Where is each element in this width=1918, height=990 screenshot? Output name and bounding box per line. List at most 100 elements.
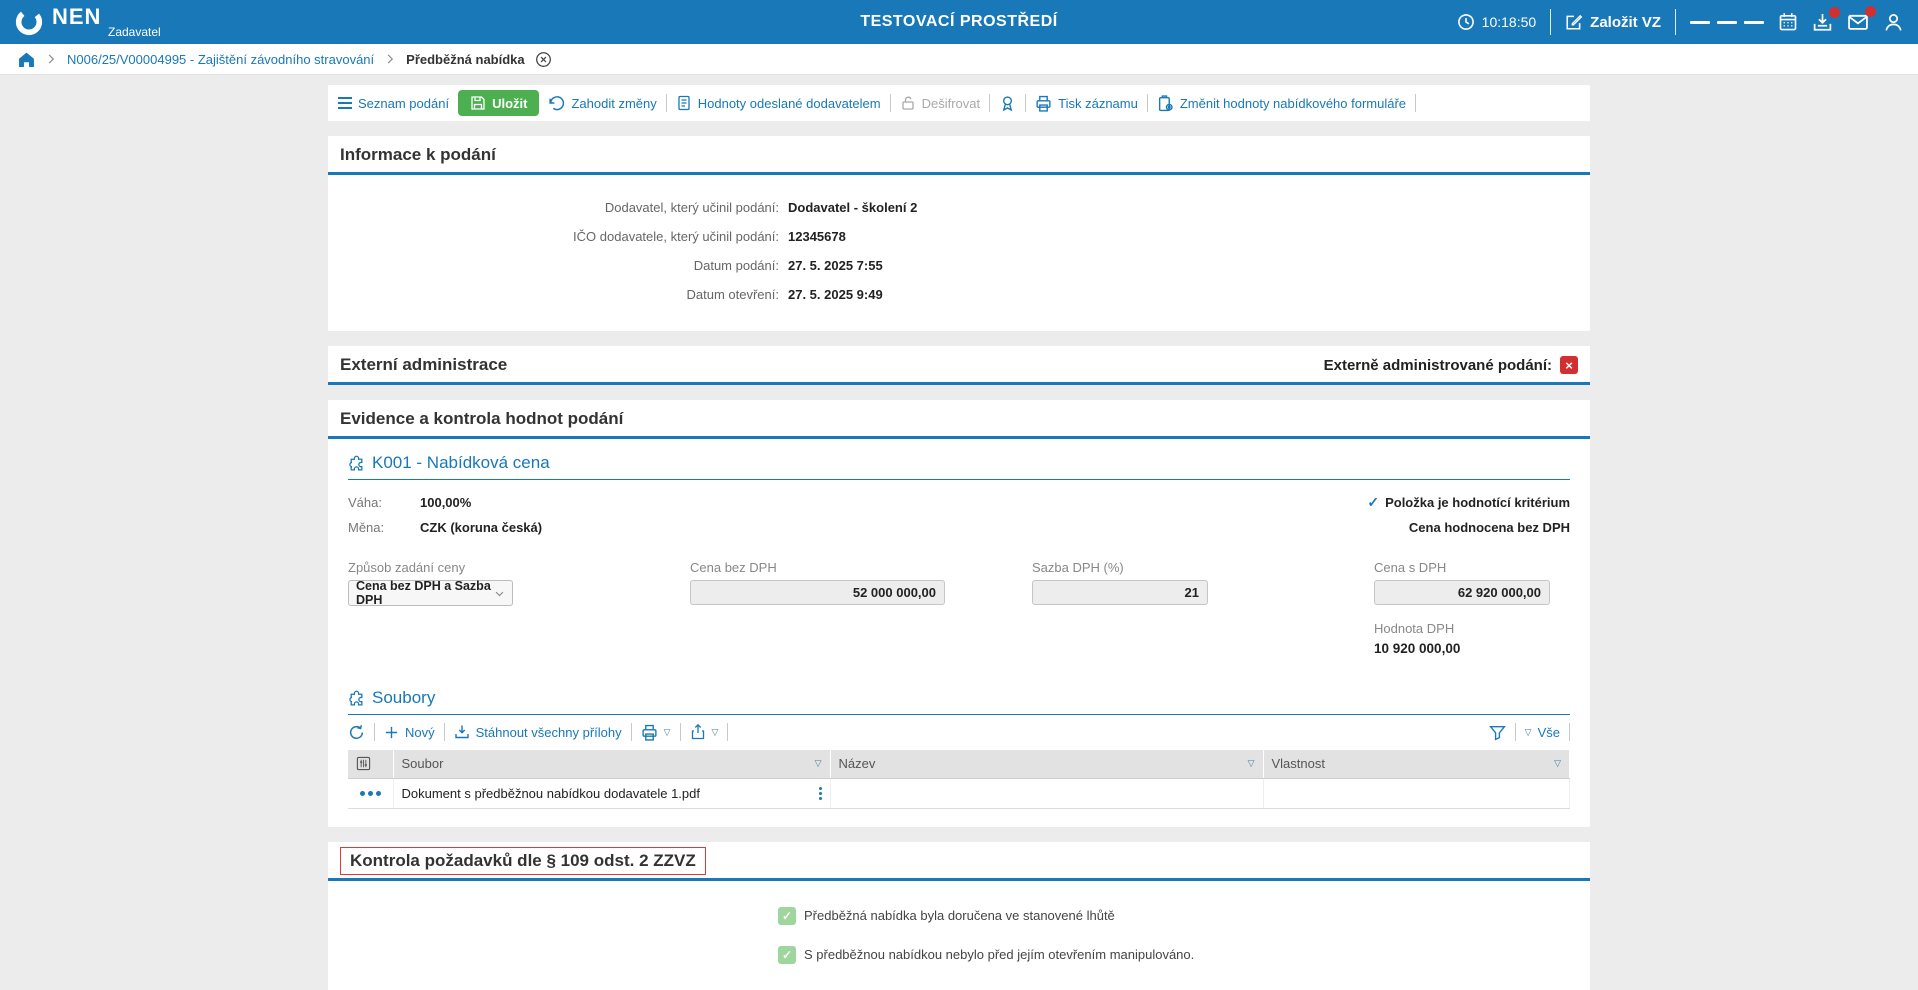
menu-icon[interactable] (1690, 18, 1764, 27)
mena-value: CZK (koruna česká) (420, 520, 543, 535)
divider (630, 723, 632, 741)
sazba-dph-field: Sazba DPH (%) (1032, 560, 1374, 656)
change-form-values-button[interactable]: Změnit hodnoty nabídkového formuláře (1157, 94, 1406, 112)
field-label: IČO dodavatele, který učinil podání: (573, 229, 779, 244)
breadcrumb-link-procurement[interactable]: N006/25/V00004995 - Zajištění závodního … (67, 52, 374, 67)
notification-badge (1829, 6, 1840, 18)
brand-subtitle: Zadavatel (108, 25, 161, 39)
seznam-podani-button[interactable]: Seznam podání (338, 94, 449, 112)
section-title-kontrola: Kontrola požadavků dle § 109 odst. 2 ZZV… (340, 846, 706, 875)
mena-row: Měna: CZK (koruna česká) (348, 515, 542, 540)
undo-icon (548, 95, 565, 112)
kebab-menu-icon[interactable] (818, 786, 822, 800)
nen-brand[interactable]: NEN Zadavatel (14, 6, 161, 38)
hodnota-dph-field: Hodnota DPH 10 920 000,00 (1374, 621, 1570, 656)
supplier-values-button[interactable]: Hodnoty odeslané dodavatelem (676, 95, 881, 111)
file-name[interactable]: Dokument s předběžnou nabídkou dodavatel… (402, 786, 701, 801)
divider (989, 94, 991, 112)
divider (374, 723, 375, 741)
cena-bez-dph-input[interactable] (690, 580, 945, 605)
field-row-datum-podani: Datum podání: 27. 5. 2025 7:55 (328, 251, 1590, 280)
award-button[interactable] (999, 95, 1016, 112)
filter-triangle-icon[interactable]: ▽ (815, 758, 822, 769)
field-value: 12345678 (788, 229, 846, 244)
filter-triangle-icon[interactable]: ▽ (1248, 758, 1255, 769)
vaha-label: Váha: (348, 495, 382, 510)
file-nazev-cell (830, 778, 1264, 809)
triangle-down-icon: ▽ (1524, 726, 1532, 737)
green-check-icon: ✓ (778, 906, 796, 925)
downloads-icon[interactable] (1812, 6, 1840, 33)
filter-vse-dropdown[interactable]: ▽ Vše (1525, 725, 1560, 740)
divider (1146, 94, 1148, 112)
green-check-icon: ✓ (778, 945, 796, 964)
column-chooser-header[interactable] (348, 750, 394, 779)
divider (1550, 9, 1552, 35)
k001-block: K001 - Nabídková cena Váha: 100,00% Měna… (328, 439, 1590, 674)
soubory-title: Soubory (372, 688, 436, 707)
soubory-block: Soubory Nový Stáhnout všechny přílohy ▽ … (328, 674, 1590, 827)
check-row-not-manipulated: ✓ S předběžnou nabídkou nebylo před její… (778, 945, 1590, 964)
print-record-button[interactable]: Tisk záznamu (1035, 95, 1138, 112)
clock: 10:18:50 (1457, 13, 1537, 31)
clock-icon (1457, 13, 1475, 31)
cross-box-icon: × (1560, 356, 1578, 374)
cena-s-dph-input[interactable] (1374, 580, 1550, 605)
cena-bez-dph-label: Cena bez DPH (690, 560, 777, 575)
chevron-right-icon (384, 53, 396, 65)
field-row-dodavatel: Dodavatel, který učinil podání: Dodavate… (328, 193, 1590, 222)
discard-changes-button[interactable]: Zahodit změny (548, 95, 657, 112)
column-chooser-icon (356, 756, 385, 771)
puzzle-icon (348, 690, 365, 707)
field-value: 27. 5. 2025 7:55 (788, 258, 883, 273)
calendar-icon[interactable] (1778, 12, 1798, 32)
download-all-button[interactable]: Stáhnout všechny přílohy (454, 724, 622, 740)
decrypt-button[interactable]: Dešifrovat (900, 95, 980, 111)
clock-time: 10:18:50 (1481, 14, 1537, 30)
price-note: Cena hodnocena bez DPH (1408, 520, 1570, 535)
triangle-down-icon: ▽ (663, 726, 671, 737)
export-button[interactable]: ▽ (690, 724, 718, 740)
clipboard-gear-icon (1157, 94, 1174, 112)
new-file-button[interactable]: Nový (384, 725, 435, 740)
mail-icon[interactable] (1847, 6, 1876, 33)
create-vz-button[interactable]: Založit VZ (1565, 13, 1661, 31)
section-title-evidence: Evidence a kontrola hodnot podání (340, 409, 624, 428)
sazba-dph-label: Sazba DPH (%) (1032, 560, 1124, 575)
sazba-dph-input[interactable] (1032, 580, 1208, 605)
award-icon (999, 95, 1016, 112)
field-label: Datum otevření: (686, 287, 780, 302)
column-header-vlastnost[interactable]: Vlastnost ▽ (1263, 750, 1570, 779)
print-files-button[interactable]: ▽ (641, 724, 671, 741)
table-row[interactable]: Dokument s předběžnou nabídkou dodavatel… (348, 778, 1570, 809)
save-button[interactable]: Uložit (458, 90, 540, 116)
check-row-delivered: ✓ Předběžná nabídka byla doručena ve sta… (778, 906, 1590, 925)
column-header-nazev[interactable]: Název ▽ (830, 750, 1264, 779)
refresh-button[interactable] (348, 724, 365, 741)
divider (1569, 723, 1570, 741)
more-actions-icon[interactable] (356, 790, 385, 796)
breadcrumb: N006/25/V00004995 - Zajištění závodního … (0, 44, 1918, 75)
zpusob-select[interactable]: Cena bez DPH a Sazba DPH (348, 579, 513, 607)
field-label: Datum podání: (693, 258, 779, 273)
divider (1514, 723, 1516, 741)
home-icon[interactable] (18, 51, 35, 68)
puzzle-icon (348, 455, 365, 472)
files-table: Soubor ▽ Název ▽ Vlastnost ▽ Dokument s … (348, 750, 1570, 809)
divider (727, 723, 729, 741)
column-header-soubor[interactable]: Soubor ▽ (393, 750, 831, 779)
brand-title: NEN (52, 4, 102, 29)
plus-icon (384, 725, 399, 740)
user-icon[interactable] (1883, 12, 1904, 33)
section-title-informace: Informace k podání (340, 145, 496, 164)
criterion-check: ✓ Položka je hodnotící kritérium (1367, 494, 1570, 510)
field-row-datum-otevreni: Datum otevření: 27. 5. 2025 9:49 (328, 280, 1590, 309)
breadcrumb-current: Předběžná nabídka (406, 51, 525, 67)
field-label: Dodavatel, který učinil podání: (604, 200, 779, 215)
kontrola-section: Kontrola požadavků dle § 109 odst. 2 ZZV… (328, 841, 1590, 990)
section-title-externi: Externí administrace (340, 355, 508, 374)
filter-triangle-icon[interactable]: ▽ (1554, 758, 1561, 769)
mena-label: Měna: (348, 520, 385, 535)
filter-button[interactable] (1488, 724, 1506, 741)
close-circle-icon[interactable] (535, 51, 552, 68)
